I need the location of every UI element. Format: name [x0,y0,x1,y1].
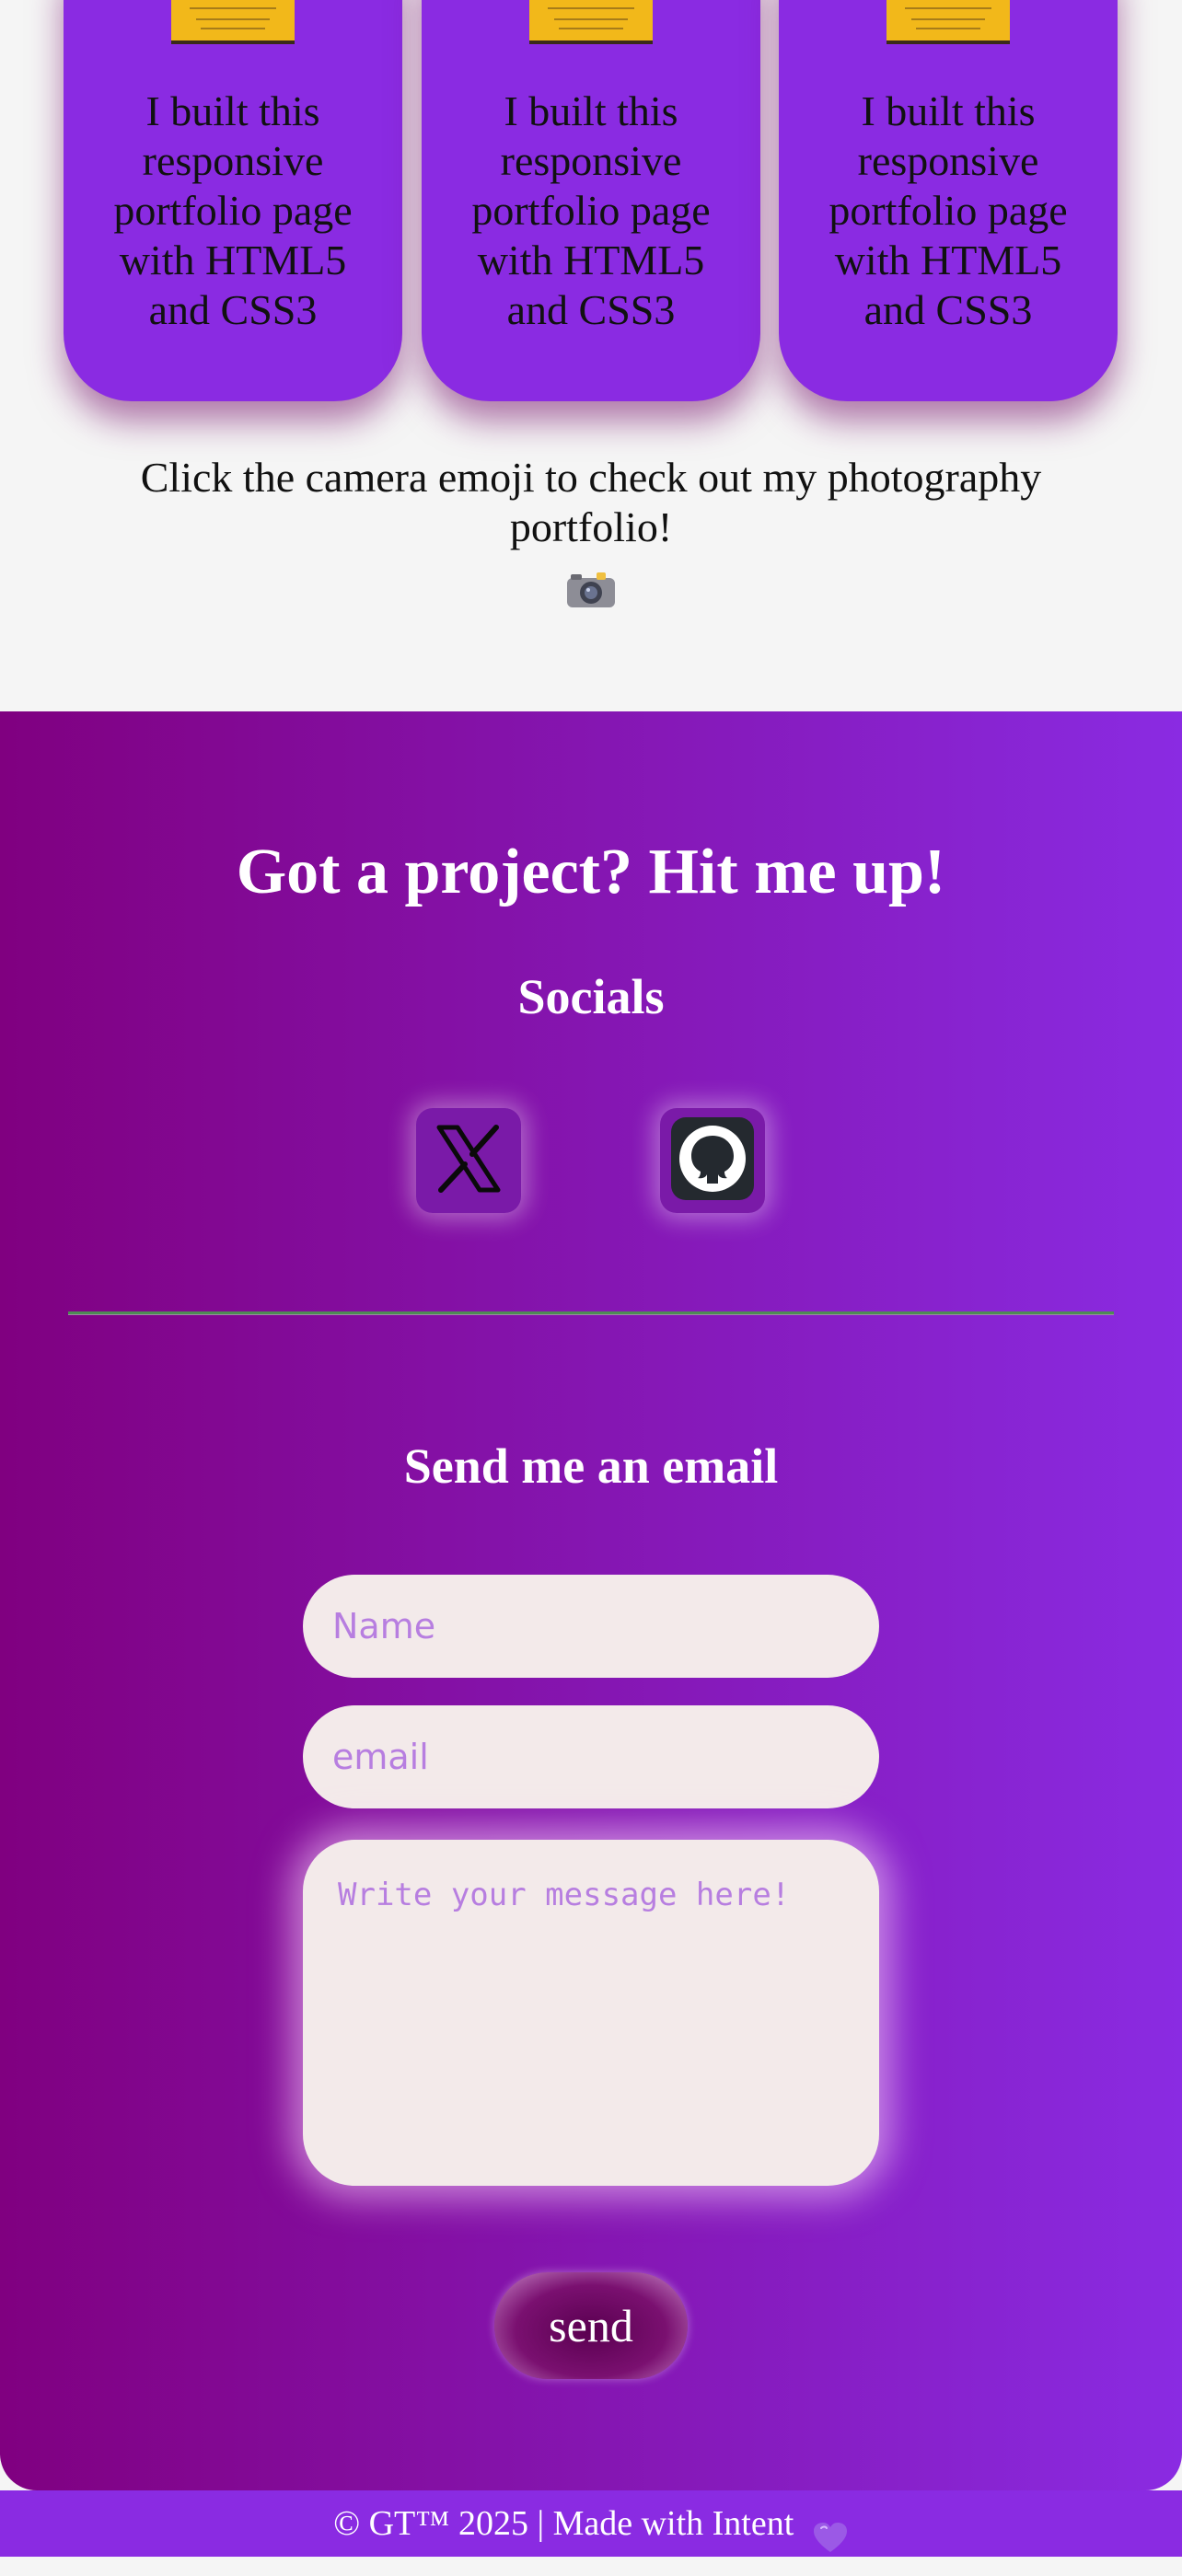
footer: © GT™ 2025 | Made with Intent [0,2490,1182,2557]
project-card[interactable]: I built this responsive portfolio page w… [422,0,760,401]
x-logo-icon [430,1120,507,1202]
project-thumbnail [171,0,295,44]
project-description: I built this responsive portfolio page w… [829,87,1068,333]
project-description: I built this responsive portfolio page w… [471,87,711,333]
github-icon [669,1115,756,1207]
project-thumbnail [529,0,653,44]
footer-text: © GT™ 2025 | Made with Intent [333,2504,794,2543]
project-card[interactable]: I built this responsive portfolio page w… [779,0,1118,401]
contact-title: Got a project? Hit me up! [236,837,946,907]
socials-title: Socials [517,969,665,1024]
purple-heart-icon [812,2510,849,2553]
photography-prompt: Click the camera emoji to check out my p… [140,454,1042,550]
name-input[interactable] [303,1575,879,1678]
email-title: Send me an email [403,1438,779,1494]
message-textarea[interactable] [303,1840,879,2186]
github-social-link[interactable] [660,1108,765,1213]
x-social-link[interactable] [416,1108,521,1213]
email-input[interactable] [303,1705,879,1808]
project-thumbnail [886,0,1010,44]
send-button[interactable]: send [494,2272,688,2379]
project-card[interactable]: I built this responsive portfolio page w… [64,0,402,401]
camera-icon[interactable] [565,569,617,609]
project-description: I built this responsive portfolio page w… [113,87,353,333]
section-divider [68,1311,1114,1315]
contact-section: Got a project? Hit me up! Socials Send m… [0,711,1182,2490]
projects-section: I built this responsive portfolio page w… [0,0,1182,405]
